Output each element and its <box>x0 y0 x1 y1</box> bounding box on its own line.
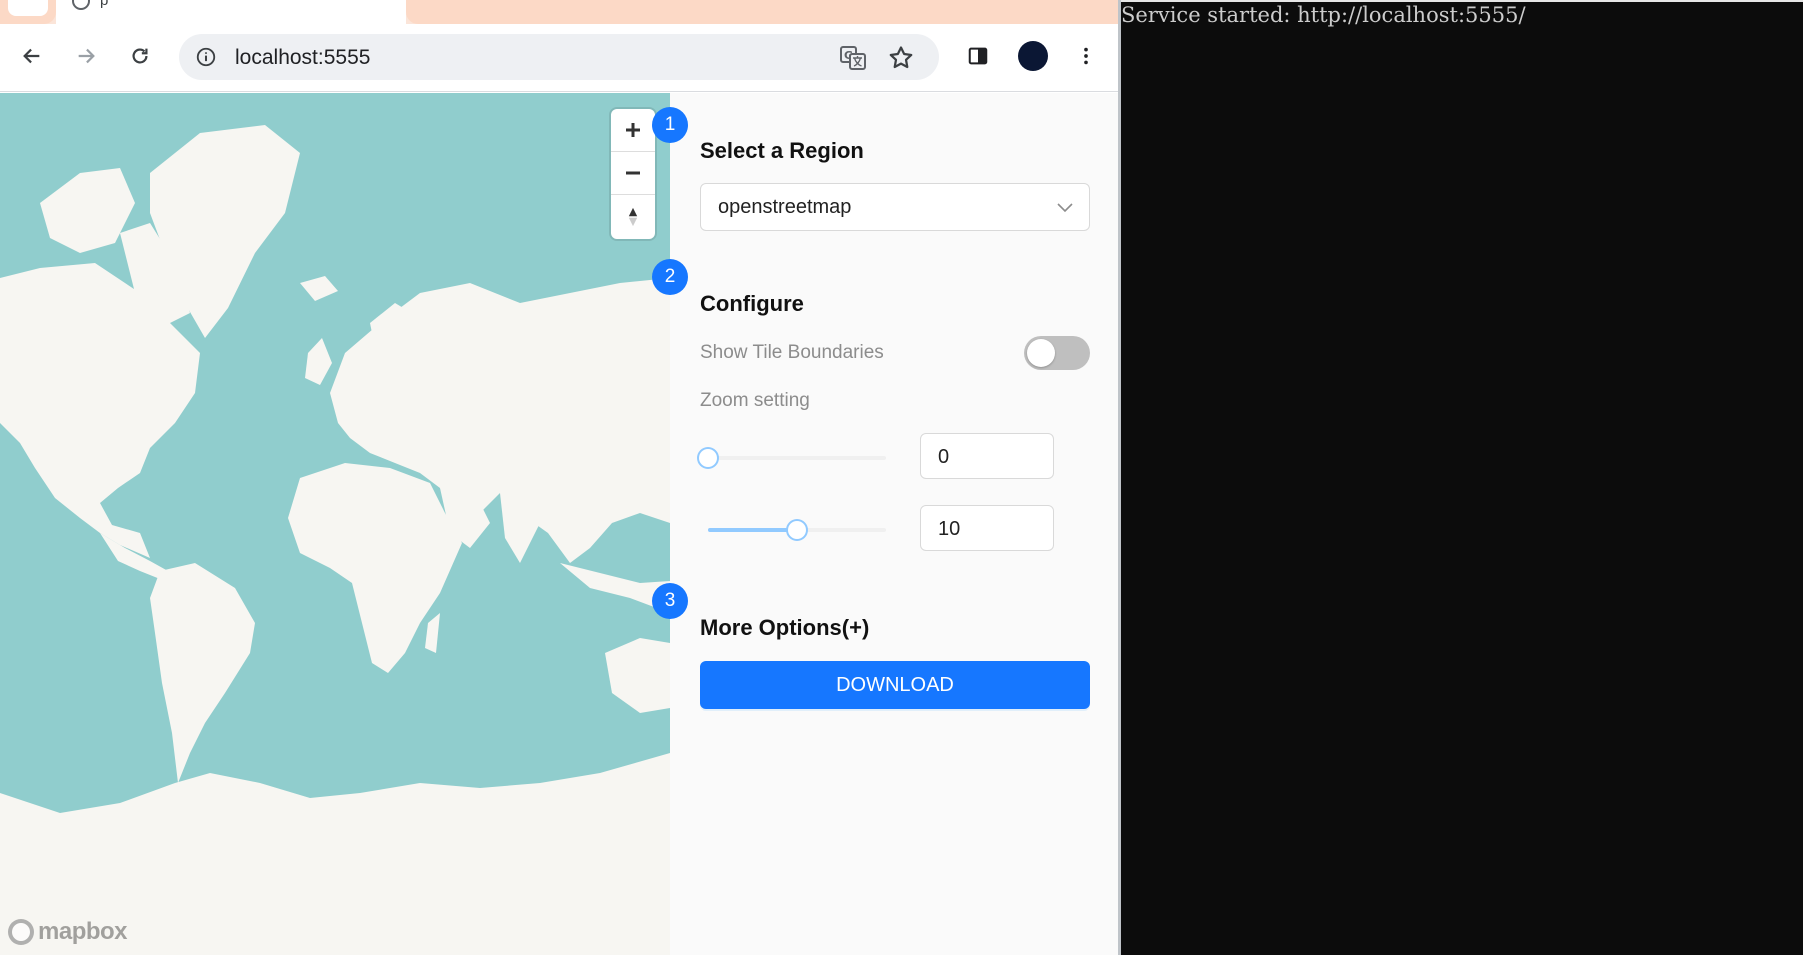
region-select[interactable]: openstreetmap <box>700 183 1090 231</box>
configure-title: Configure <box>700 291 804 316</box>
zoom-max-value: 10 <box>938 518 961 540</box>
site-info-icon[interactable] <box>193 44 219 70</box>
minus-icon <box>626 171 640 175</box>
more-vertical-icon <box>1084 47 1088 65</box>
side-panel-button[interactable] <box>960 38 996 74</box>
zoom-setting-label: Zoom setting <box>700 390 810 411</box>
slider-track <box>708 528 797 532</box>
terminal-output-line: Service started: http://localhost:5555/ <box>1121 3 1526 27</box>
browser-toolbar: localhost:5555 G <box>0 24 1118 92</box>
step-badge-3: 3 <box>652 583 688 619</box>
forward-button[interactable] <box>68 38 104 74</box>
show-tile-boundaries-switch[interactable] <box>1024 336 1090 370</box>
compass-icon <box>628 207 638 226</box>
compass-button[interactable] <box>611 195 655 238</box>
slider-rail <box>708 456 886 460</box>
switch-knob <box>1027 339 1055 367</box>
side-panel-icon <box>968 47 988 65</box>
mapbox-logo[interactable]: mapbox <box>8 917 128 947</box>
zoom-max-input[interactable]: 10 <box>920 505 1054 551</box>
arrow-left-icon <box>23 48 40 64</box>
back-button[interactable] <box>14 38 50 74</box>
iceland <box>300 276 338 301</box>
show-tile-boundaries-label: Show Tile Boundaries <box>700 342 884 363</box>
download-button[interactable]: DOWNLOAD <box>700 661 1090 709</box>
tab-title: p <box>100 0 109 9</box>
globe-icon <box>72 0 90 10</box>
browser-menu-button[interactable] <box>1068 38 1104 74</box>
south-america <box>150 563 255 783</box>
world-map-land <box>0 125 670 955</box>
reload-icon <box>132 48 148 64</box>
step-badge-1: 1 <box>652 107 688 143</box>
zoom-out-button[interactable] <box>611 152 655 195</box>
arrow-right-icon <box>78 48 95 64</box>
address-bar[interactable]: localhost:5555 G <box>179 34 939 80</box>
select-region-title: Select a Region <box>700 138 864 163</box>
map-navigation-control <box>611 109 655 239</box>
india <box>500 493 540 563</box>
madagascar <box>425 613 440 653</box>
zoom-min-input[interactable]: 0 <box>920 433 1054 479</box>
bookmark-star-icon[interactable] <box>887 44 915 72</box>
settings-panel: 1 Select a Region openstreetmap 2 Config… <box>652 93 1118 955</box>
terminal-window[interactable]: Service started: http://localhost:5555/ <box>1121 0 1803 955</box>
arctic-islands <box>40 168 135 253</box>
world-map[interactable]: mapbox <box>0 93 670 955</box>
slider-handle[interactable] <box>788 521 806 539</box>
tab-strip: p <box>0 0 1118 24</box>
url-text[interactable]: localhost:5555 <box>235 46 370 70</box>
zoom-min-value: 0 <box>938 446 950 468</box>
mapbox-mark-icon <box>8 919 34 945</box>
plus-icon <box>626 123 640 137</box>
zoom-max-slider[interactable] <box>708 520 886 540</box>
tab-inactive[interactable] <box>406 0 1118 24</box>
australia <box>605 638 670 713</box>
browser-window: p localhost:5555 G mapbox 1 Select a Reg… <box>0 0 1118 955</box>
british-isles <box>305 338 332 385</box>
profile-avatar[interactable] <box>1018 41 1048 71</box>
step-badge-2: 2 <box>652 259 688 295</box>
region-select-value: openstreetmap <box>718 196 852 218</box>
translate-icon[interactable]: G <box>839 44 867 72</box>
tab-strip-edge <box>0 0 56 24</box>
terminal-top-edge <box>1121 0 1803 2</box>
slider-handle[interactable] <box>699 449 717 467</box>
more-options-toggle[interactable]: More Options(+) <box>700 615 869 641</box>
zoom-min-slider[interactable] <box>699 448 886 468</box>
chevron-down-icon <box>1057 203 1073 213</box>
reload-button[interactable] <box>122 38 158 74</box>
mapbox-wordmark: mapbox <box>38 918 128 945</box>
tab-active[interactable]: p <box>56 0 406 24</box>
screen: p localhost:5555 G mapbox 1 Select a Reg… <box>0 0 1803 955</box>
zoom-in-button[interactable] <box>611 109 655 152</box>
